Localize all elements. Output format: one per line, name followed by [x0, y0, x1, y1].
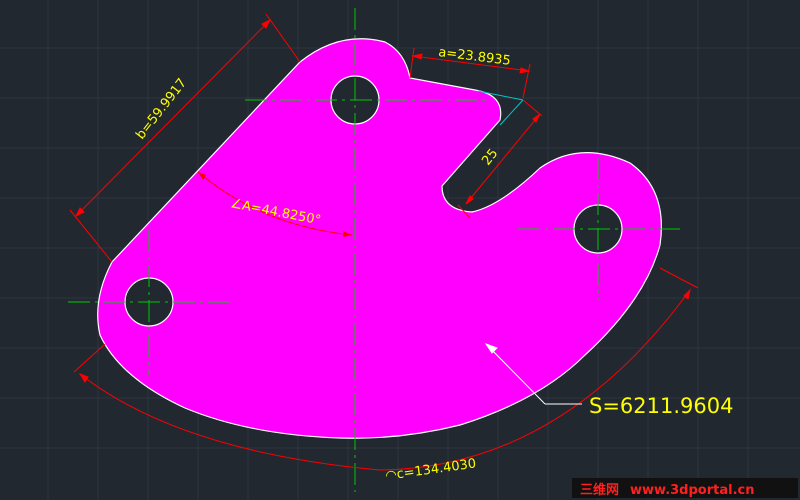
area-label: S=6211.9604 — [589, 394, 734, 418]
watermark-url: www.3dportal.cn — [630, 483, 754, 498]
dimension-a-label: a=23.8935 — [438, 45, 512, 69]
watermark-cn: 三维网 — [580, 482, 619, 498]
cad-drawing-canvas: b=59.9917 a=23.8935 25 ∠A=44.8250° ◠c=13… — [0, 0, 800, 500]
